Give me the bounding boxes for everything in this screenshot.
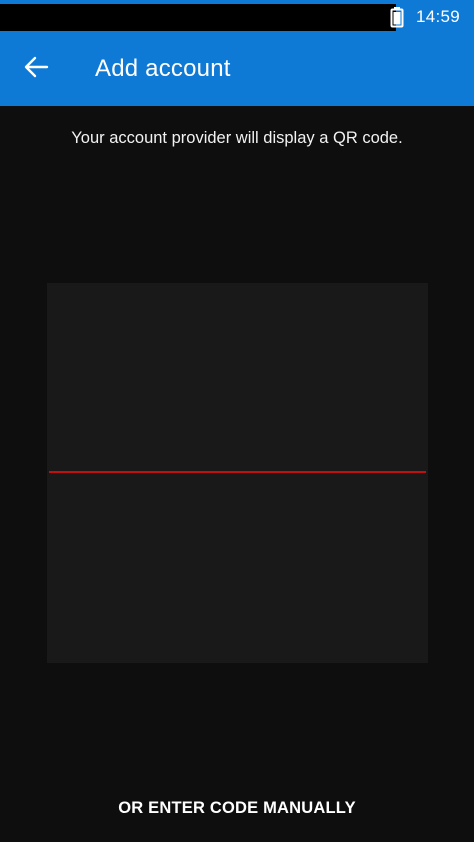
enter-code-manually-button[interactable]: OR ENTER CODE MANUALLY xyxy=(0,795,474,822)
back-button[interactable] xyxy=(18,51,54,87)
battery-icon xyxy=(386,6,408,28)
page-title: Add account xyxy=(95,55,231,82)
status-bar: 14:59 xyxy=(0,0,474,32)
scan-instruction: Your account provider will display a QR … xyxy=(71,129,403,147)
status-indicators: 14:59 xyxy=(386,6,460,28)
qr-scanner-viewfinder xyxy=(47,283,428,663)
scan-line xyxy=(49,471,426,473)
app-bar: Add account xyxy=(0,32,474,106)
arrow-left-icon xyxy=(22,53,50,86)
status-bar-notch xyxy=(0,4,396,31)
status-time: 14:59 xyxy=(415,7,460,26)
